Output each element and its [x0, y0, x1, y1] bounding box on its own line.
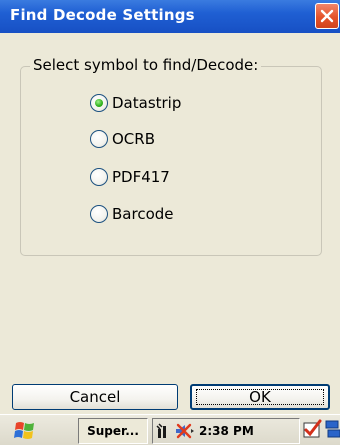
checkmark-icon — [303, 419, 322, 438]
radio-unselected-icon — [90, 205, 108, 223]
start-button[interactable] — [2, 418, 48, 444]
windows-list-tray[interactable] — [324, 418, 340, 440]
radio-unselected-icon — [90, 130, 108, 148]
task-button-super[interactable]: Super... — [78, 418, 148, 444]
network-icon — [156, 423, 166, 438]
task-button-label: Super... — [87, 424, 139, 438]
check-tray[interactable] — [302, 418, 322, 440]
radio-unselected-icon — [90, 168, 108, 186]
cancel-button-label: Cancel — [69, 388, 121, 406]
ok-button[interactable]: OK — [190, 384, 330, 410]
volume-tray[interactable] — [174, 422, 196, 440]
focus-rectangle — [196, 389, 324, 405]
speaker-muted-icon — [176, 423, 194, 439]
radio-barcode[interactable]: Barcode — [90, 203, 174, 225]
network-tray[interactable] — [156, 422, 174, 440]
clock[interactable]: 2:38 PM — [199, 424, 254, 438]
radio-label: OCRB — [112, 130, 155, 148]
windows-flag-icon — [14, 422, 34, 439]
close-button[interactable] — [315, 3, 339, 29]
window-title: Find Decode Settings — [10, 6, 195, 24]
radio-selected-icon — [90, 94, 108, 112]
radio-label: Barcode — [112, 205, 174, 223]
windows-list-icon — [325, 420, 340, 438]
group-label: Select symbol to find/Decode: — [30, 56, 262, 74]
radio-pdf417[interactable]: PDF417 — [90, 166, 170, 188]
title-bar: Find Decode Settings — [0, 0, 340, 33]
radio-datastrip[interactable]: Datastrip — [90, 92, 181, 114]
cancel-button[interactable]: Cancel — [12, 384, 178, 410]
dialog-window: Find Decode Settings Select symbol to fi… — [0, 0, 340, 445]
radio-label: Datastrip — [112, 94, 182, 112]
close-icon — [320, 9, 334, 23]
system-tray: 2:38 PM — [152, 418, 300, 444]
radio-label: PDF417 — [112, 168, 170, 186]
radio-ocrb[interactable]: OCRB — [90, 128, 155, 150]
taskbar: Super... 2:38 PM — [0, 414, 340, 445]
